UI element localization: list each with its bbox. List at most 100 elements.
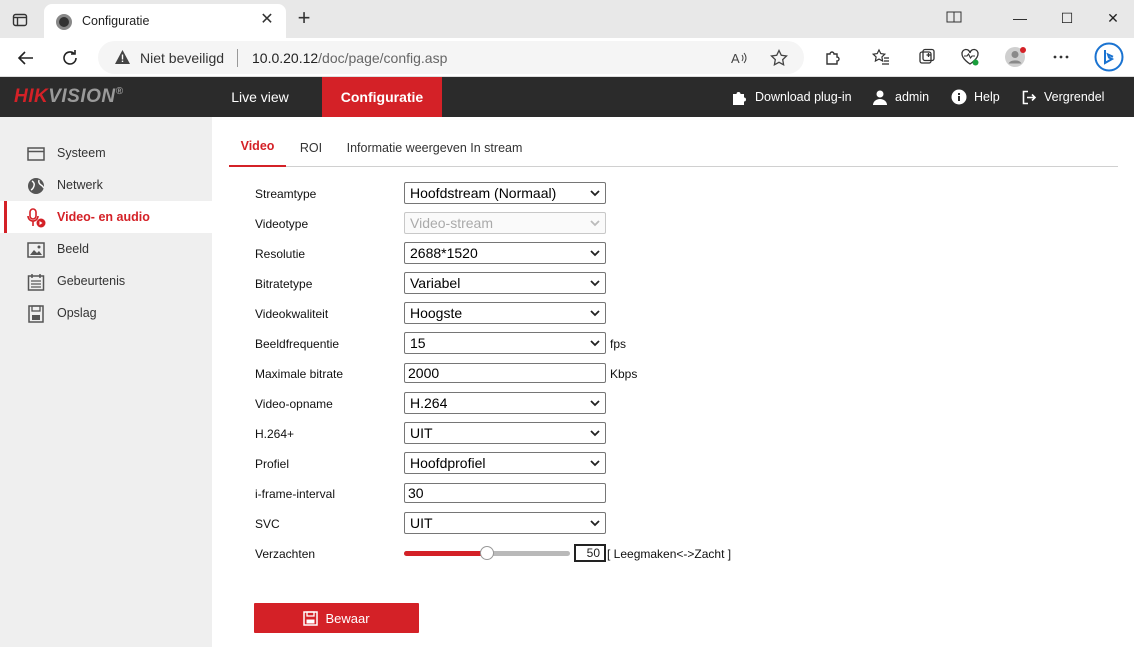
- bing-copilot-icon[interactable]: [1094, 42, 1124, 72]
- maximize-window-icon[interactable]: ☐: [1052, 8, 1082, 30]
- calendar-icon: [26, 272, 46, 292]
- quality-select[interactable]: Hoogste: [404, 302, 606, 324]
- help-link[interactable]: Help: [951, 77, 1000, 117]
- smoothing-value[interactable]: 50: [574, 544, 606, 562]
- sidebar-item-video-audio[interactable]: Video- en audio: [0, 201, 212, 233]
- quality-label: Videokwaliteit: [255, 307, 329, 321]
- streamtype-label: Streamtype: [255, 187, 317, 201]
- encoding-label: Video-opname: [255, 397, 333, 411]
- url-field[interactable]: Niet beveiligd 10.0.20.12/doc/page/confi…: [98, 41, 804, 74]
- sidebar-item-label: Beeld: [57, 242, 89, 256]
- form-row-quality: Videokwaliteit Hoogste: [255, 302, 855, 324]
- chevron-down-icon: [590, 190, 600, 197]
- read-aloud-tab-icon[interactable]: [939, 8, 969, 30]
- tab-actions-icon[interactable]: [10, 10, 30, 30]
- form-row-maxbitrate: Maximale bitrate 2000 Kbps: [255, 362, 855, 384]
- chevron-down-icon: [590, 250, 600, 257]
- url-separator: [237, 49, 238, 67]
- site-favicon-icon: [56, 14, 72, 30]
- browser-essentials-icon[interactable]: [959, 46, 981, 68]
- lock-link[interactable]: Vergrendel: [1022, 77, 1104, 117]
- slider-thumb[interactable]: [480, 546, 494, 560]
- smoothing-slider[interactable]: [404, 546, 570, 560]
- tab-video[interactable]: Video: [229, 127, 286, 167]
- profile-select[interactable]: Hoofdprofiel: [404, 452, 606, 474]
- download-plugin-label: Download plug-in: [755, 90, 852, 104]
- save-button[interactable]: Bewaar: [254, 603, 419, 633]
- security-status: Niet beveiligd: [140, 50, 225, 66]
- extensions-icon[interactable]: [822, 46, 844, 68]
- favorites-icon[interactable]: [870, 46, 892, 68]
- sidebar-item-system[interactable]: Systeem: [0, 137, 212, 169]
- close-tab-icon[interactable]: ✕: [258, 11, 276, 29]
- chevron-down-icon: [590, 430, 600, 437]
- bitratetype-label: Bitratetype: [255, 277, 313, 291]
- read-aloud-icon[interactable]: A: [730, 48, 750, 68]
- new-tab-button[interactable]: +: [294, 7, 314, 30]
- globe-icon: [26, 176, 46, 196]
- form-row-h264plus: H.264+ UIT: [255, 422, 855, 444]
- form-row-bitratetype: Bitratetype Variabel: [255, 272, 855, 294]
- chevron-down-icon: [590, 310, 600, 317]
- form-row-smoothing: Verzachten 50 [ Leegmaken<->Zacht ]: [255, 542, 855, 564]
- close-window-icon[interactable]: ✕: [1098, 8, 1128, 30]
- hikvision-logo: HIKVISION®: [14, 86, 124, 107]
- form-row-iframe: i-frame-interval 30: [255, 482, 855, 504]
- resolution-select[interactable]: 2688*1520: [404, 242, 606, 264]
- user-menu[interactable]: admin: [872, 77, 929, 117]
- profile-label: Profiel: [255, 457, 290, 471]
- nav-live-view[interactable]: Live view: [212, 77, 308, 117]
- sidebar-item-event[interactable]: Gebeurtenis: [0, 265, 212, 297]
- favorite-star-icon[interactable]: [769, 48, 789, 68]
- image-icon: [26, 240, 46, 260]
- help-label: Help: [974, 90, 1000, 104]
- smoothing-label: Verzachten: [255, 547, 316, 561]
- sidebar-item-image[interactable]: Beeld: [0, 233, 212, 265]
- maxbitrate-input[interactable]: 2000: [404, 363, 606, 383]
- save-icon: [303, 610, 319, 626]
- form-row-svc: SVC UIT: [255, 512, 855, 534]
- chevron-down-icon: [590, 460, 600, 467]
- logout-icon: [1022, 90, 1037, 104]
- browser-tab[interactable]: Configuratie ✕: [44, 4, 286, 38]
- tab-roi[interactable]: ROI: [295, 129, 327, 169]
- storage-icon: [26, 304, 46, 324]
- framerate-unit: fps: [610, 337, 627, 351]
- back-arrow-icon[interactable]: [14, 46, 38, 70]
- sidebar-item-storage[interactable]: Opslag: [0, 297, 212, 329]
- info-icon: [951, 89, 967, 105]
- form-row-videotype: Videotype Video-stream: [255, 212, 855, 234]
- encoding-select[interactable]: H.264: [404, 392, 606, 414]
- video-audio-icon: [26, 208, 46, 228]
- svc-select[interactable]: UIT: [404, 512, 606, 534]
- bitratetype-select[interactable]: Variabel: [404, 272, 606, 294]
- minimize-window-icon[interactable]: —: [1005, 8, 1035, 30]
- h264plus-select[interactable]: UIT: [404, 422, 606, 444]
- sidebar-item-label: Video- en audio: [57, 210, 150, 224]
- iframe-input[interactable]: 30: [404, 483, 606, 503]
- more-options-icon[interactable]: [1050, 46, 1072, 68]
- profile-avatar-icon[interactable]: [1004, 46, 1026, 68]
- sidebar-item-label: Opslag: [57, 306, 97, 320]
- chevron-down-icon: [590, 280, 600, 287]
- collections-icon[interactable]: [916, 46, 938, 68]
- videotype-label: Videotype: [255, 217, 309, 231]
- framerate-select[interactable]: 15: [404, 332, 606, 354]
- svc-label: SVC: [255, 517, 280, 531]
- svg-text:A: A: [731, 51, 740, 66]
- tab-stream-info[interactable]: Informatie weergeven In stream: [343, 129, 526, 169]
- maxbitrate-unit: Kbps: [610, 367, 638, 381]
- download-plugin-link[interactable]: Download plug-in: [731, 77, 852, 117]
- framerate-label: Beeldfrequentie: [255, 337, 340, 351]
- reload-icon[interactable]: [58, 46, 82, 70]
- nav-configuration[interactable]: Configuratie: [322, 77, 442, 117]
- tab-title: Configuratie: [82, 14, 150, 28]
- app-header: HIKVISION® Live view Configuratie Downlo…: [0, 77, 1134, 117]
- form-row-profile: Profiel Hoofdprofiel: [255, 452, 855, 474]
- streamtype-select[interactable]: Hoofdstream (Normaal): [404, 182, 606, 204]
- url-text: 10.0.20.12/doc/page/config.asp: [252, 50, 447, 66]
- subtab-bar: Video ROI Informatie weergeven In stream: [229, 127, 1118, 167]
- sidebar-item-network[interactable]: Netwerk: [0, 169, 212, 201]
- browser-address-bar: Niet beveiligd 10.0.20.12/doc/page/confi…: [0, 38, 1134, 77]
- chevron-down-icon: [590, 520, 600, 527]
